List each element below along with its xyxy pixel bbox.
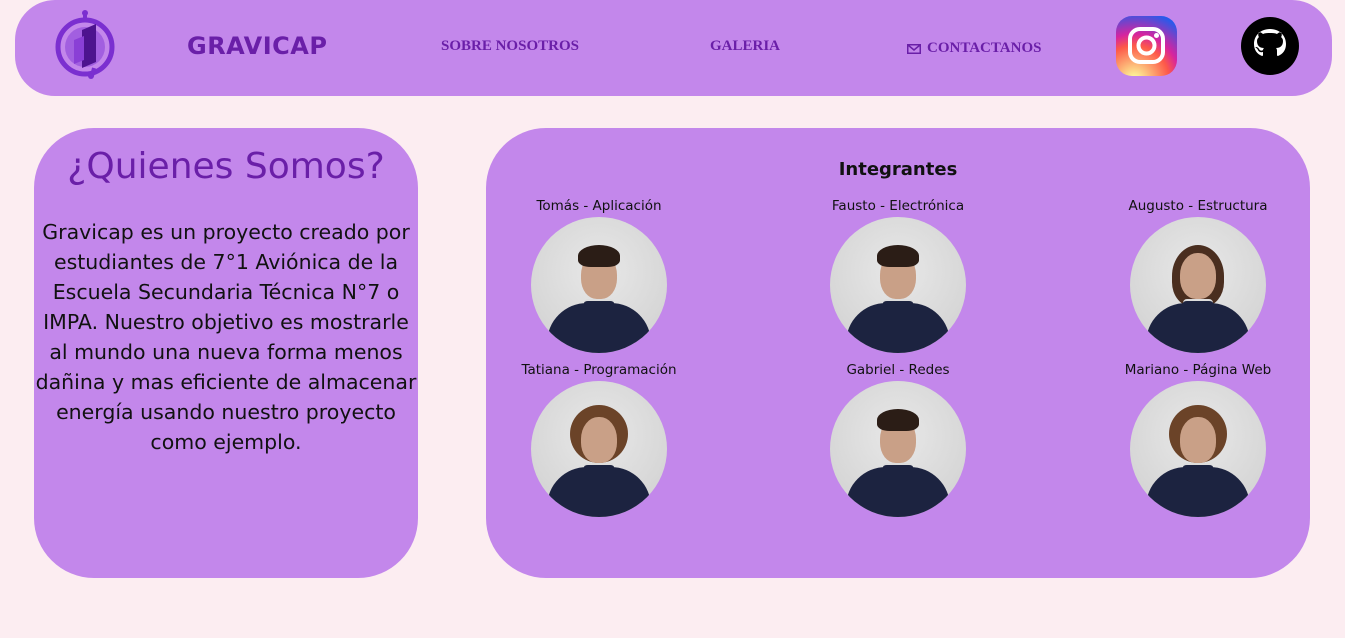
mail-icon: [907, 43, 921, 54]
navbar: GRAVICAP SOBRE NOSOTROS GALERIA CONTACTA…: [15, 0, 1332, 96]
member-photo: [830, 217, 966, 353]
member-name: Tomás - Aplicación: [536, 198, 662, 214]
nav-link-galeria[interactable]: GALERIA: [710, 38, 780, 55]
nav-link-contactanos-label: CONTACTANOS: [927, 40, 1042, 56]
github-icon[interactable]: [1241, 17, 1299, 75]
about-title: ¿Quienes Somos?: [67, 146, 385, 187]
member-name: Gabriel - Redes: [846, 362, 950, 378]
member-name: Fausto - Electrónica: [831, 198, 965, 214]
member-photo: [1130, 217, 1266, 353]
member-photo: [1130, 381, 1266, 517]
member-card: Gabriel - Redes: [778, 361, 1018, 517]
member-card: Tomás - Aplicación: [479, 197, 719, 353]
member-photo: [830, 381, 966, 517]
about-text: Gravicap es un proyecto creado por estud…: [35, 220, 417, 454]
nav-link-sobre-nosotros[interactable]: SOBRE NOSOTROS: [441, 38, 579, 55]
member-card: Augusto - Estructura: [1078, 197, 1318, 353]
about-section: ¿Quienes Somos? Gravicap es un proyecto …: [34, 128, 418, 578]
member-card: Mariano - Página Web: [1078, 361, 1318, 517]
member-card: Fausto - Electrónica: [778, 197, 1018, 353]
team-title: Integrantes: [838, 159, 958, 180]
nav-link-contactanos[interactable]: CONTACTANOS: [907, 40, 1041, 57]
team-section: Integrantes Tomás - Aplicación Fausto - …: [486, 128, 1310, 578]
instagram-glyph: [1128, 27, 1165, 64]
member-photo: [531, 217, 667, 353]
brand-link[interactable]: GRAVICAP: [187, 32, 327, 60]
member-name: Tatiana - Programación: [521, 362, 677, 378]
member-name: Mariano - Página Web: [1124, 362, 1272, 378]
member-card: Tatiana - Programación: [479, 361, 719, 517]
instagram-icon[interactable]: [1116, 16, 1177, 76]
member-photo: [531, 381, 667, 517]
member-name: Augusto - Estructura: [1128, 198, 1268, 214]
gravicap-logo-icon[interactable]: [52, 10, 118, 80]
